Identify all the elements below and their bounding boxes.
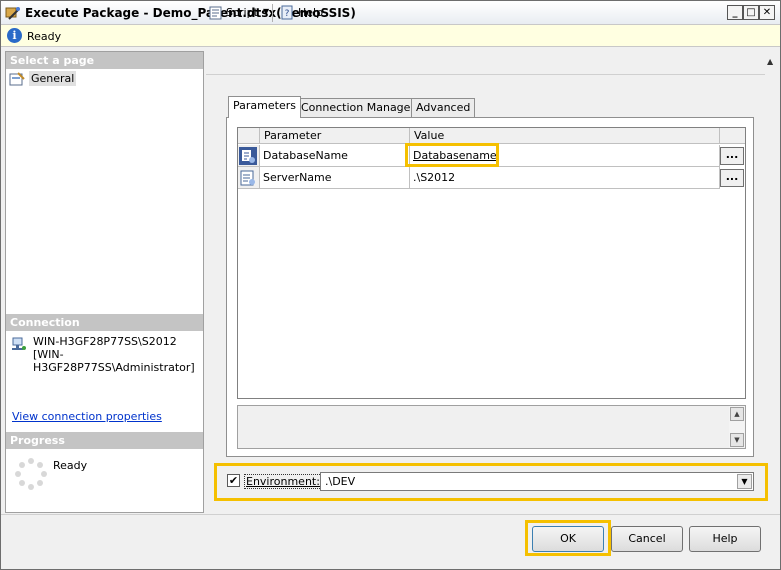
cancel-button[interactable]: Cancel (611, 526, 683, 552)
scroll-up-icon[interactable]: ▲ (767, 57, 773, 66)
description-panel (237, 405, 746, 449)
package-app-icon (5, 7, 20, 20)
status-text: Ready (27, 30, 62, 43)
help-icon: ? (281, 5, 293, 20)
help-toolbar-label: Help (298, 6, 324, 19)
info-icon: i (7, 28, 22, 43)
grid-corner-header (238, 128, 260, 144)
tab-connection-managers[interactable]: Connection Managers (296, 98, 426, 117)
table-row[interactable]: DatabaseName Databasename ... (238, 145, 745, 167)
svg-text:?: ? (285, 9, 290, 19)
parameter-value-cell[interactable]: .\S2012 (410, 167, 720, 189)
tab-advanced[interactable]: Advanced (411, 98, 476, 117)
parameter-value[interactable]: Databasename (413, 149, 497, 162)
server-connection-icon (12, 337, 26, 350)
parameter-icon (240, 170, 255, 186)
parameter-name-cell[interactable]: ServerName (260, 167, 410, 189)
select-page-header: Select a page (6, 52, 203, 69)
minimize-button[interactable]: _ (727, 5, 743, 20)
progress-spinner-icon (15, 458, 47, 490)
parameter-name-cell[interactable]: DatabaseName (260, 145, 410, 167)
environment-select[interactable]: .\DEV ▼ (320, 472, 754, 491)
footer-divider (1, 514, 780, 515)
tab-parameters[interactable]: Parameters (228, 96, 301, 118)
script-icon (209, 6, 222, 20)
left-pane: Select a page General Connection WIN-H3G… (5, 51, 204, 513)
parameters-grid: Parameter Value DatabaseName Databasenam… (237, 127, 746, 399)
column-header-value[interactable]: Value (410, 128, 720, 144)
ok-button[interactable]: OK (532, 526, 604, 552)
column-header-parameter[interactable]: Parameter (260, 128, 410, 144)
row-icon-cell (238, 167, 260, 189)
title-bar[interactable]: Execute Package - Demo_Parent.dtsx(DemoS… (1, 1, 780, 25)
progress-header: Progress (6, 432, 203, 449)
table-row[interactable]: ServerName .\S2012 ... (238, 167, 745, 189)
script-label: Script (226, 6, 258, 19)
help-button[interactable]: Help (689, 526, 761, 552)
edit-value-button[interactable]: ... (720, 147, 744, 165)
connection-text: WIN-H3GF28P77SS\S2012 [WIN-H3GF28P77SS\A… (33, 335, 195, 374)
scroll-up-icon[interactable]: ▲ (730, 407, 744, 421)
row-icon-cell (238, 145, 260, 167)
view-connection-properties-link[interactable]: View connection properties (12, 410, 162, 423)
toolbar-separator (272, 4, 273, 22)
execute-package-window: Execute Package - Demo_Parent.dtsx(DemoS… (0, 0, 781, 570)
description-scrollbar[interactable]: ▲ ▼ (729, 406, 745, 448)
scroll-down-icon[interactable]: ▼ (730, 433, 744, 447)
connection-header: Connection (6, 314, 203, 331)
grid-header-filler (720, 128, 745, 144)
chevron-down-icon[interactable]: ▼ (737, 474, 752, 489)
page-icon (9, 72, 25, 86)
close-button[interactable]: ✕ (759, 5, 775, 20)
toolbar (206, 51, 776, 75)
environment-selected-value: .\DEV (325, 475, 356, 488)
page-item-label: General (29, 71, 77, 86)
environment-checkbox[interactable]: ✔ (227, 474, 240, 487)
status-bar: i Ready (1, 25, 780, 47)
progress-status: Ready (53, 459, 88, 472)
page-scrollbar[interactable]: ▲ (765, 51, 779, 513)
environment-label[interactable]: Environment: (244, 474, 322, 489)
script-dropdown-arrow-icon[interactable]: ▼ (263, 7, 269, 16)
edit-value-button[interactable]: ... (720, 169, 744, 187)
maximize-button[interactable]: □ (743, 5, 759, 20)
parameter-value-cell[interactable]: Databasename (410, 145, 720, 167)
parameter-icon (239, 147, 257, 165)
